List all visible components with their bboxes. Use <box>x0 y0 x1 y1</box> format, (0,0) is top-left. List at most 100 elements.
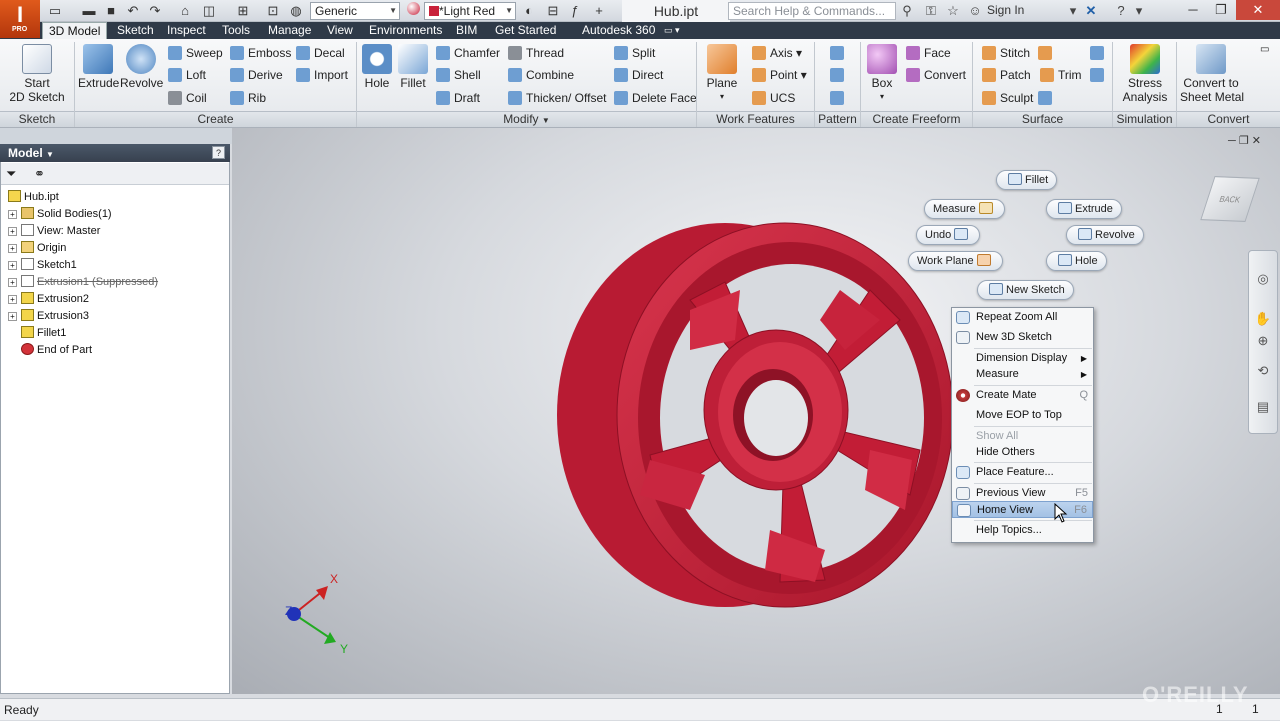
tab-bim[interactable]: BIM <box>456 22 477 39</box>
point-button[interactable]: Point ▾ <box>752 67 807 83</box>
marking-hole-button[interactable]: Hole <box>1046 251 1107 271</box>
marking-revolve-button[interactable]: Revolve <box>1066 225 1144 245</box>
start-2d-sketch-button[interactable]: Start 2D Sketch <box>8 44 66 104</box>
star-icon[interactable]: ☆ <box>944 2 962 20</box>
save-icon[interactable]: ■ <box>102 2 120 20</box>
thicken-offset-button[interactable]: Thicken/ Offset <box>508 90 606 106</box>
loft-button[interactable]: Loft <box>168 67 206 83</box>
convert-sheet-metal-button[interactable]: Convert to Sheet Metal <box>1180 44 1244 104</box>
appearance-combo[interactable]: *Light Red ▼ <box>424 2 516 20</box>
tab-3d-model[interactable]: 3D Model <box>42 22 108 39</box>
rib-button[interactable]: Rib <box>230 90 266 106</box>
tab-autodesk-360[interactable]: Autodesk 360 <box>582 22 655 39</box>
thread-button[interactable]: Thread <box>508 45 564 61</box>
redo-icon[interactable]: ↷ <box>146 2 164 20</box>
material-combo[interactable]: Generic ▼ <box>310 2 400 20</box>
clear-appearance-icon[interactable]: ◐ <box>520 2 538 20</box>
fillet-button[interactable]: Fillet <box>396 44 430 90</box>
minimize-button[interactable]: ─ <box>1178 0 1208 20</box>
delete-face-button[interactable]: Delete Face <box>614 90 697 106</box>
measure-qat-icon[interactable]: ⊡ <box>264 2 282 20</box>
tree-item-end-of-part[interactable]: End of Part <box>21 342 92 359</box>
zoom-icon[interactable]: ⊕ <box>1254 332 1272 350</box>
shell-button[interactable]: Shell <box>436 67 481 83</box>
menu-item-place-feature[interactable]: Place Feature... <box>952 464 1093 481</box>
chevron-down-icon[interactable]: ▾ <box>1064 2 1082 20</box>
hole-button[interactable]: Hole <box>360 44 394 90</box>
tab-get-started[interactable]: Get Started <box>495 22 556 39</box>
search-input[interactable]: Search Help & Commands... <box>728 2 896 20</box>
sweep-button[interactable]: Sweep <box>168 45 223 61</box>
adjust-icon[interactable]: ⊟ <box>544 2 562 20</box>
convert-freeform-button[interactable]: Convert <box>906 67 966 83</box>
tab-view[interactable]: View <box>327 22 353 39</box>
decal-button[interactable]: Decal <box>296 45 345 61</box>
pan-icon[interactable]: ✋ <box>1254 310 1272 328</box>
steering-wheel-icon[interactable]: ◎ <box>1254 270 1272 288</box>
expand-icon[interactable]: + <box>8 295 17 304</box>
chevron-down-icon[interactable]: ▾ <box>1130 2 1148 20</box>
draft-button[interactable]: Draft <box>436 90 480 106</box>
derive-button[interactable]: Derive <box>230 67 283 83</box>
select-icon[interactable]: ⊞ <box>234 2 252 20</box>
plus-icon[interactable]: + <box>590 2 608 20</box>
viewport-window-controls[interactable]: ─ ❐ ✕ <box>1228 134 1261 147</box>
marking-extrude-button[interactable]: Extrude <box>1046 199 1122 219</box>
expand-icon[interactable]: + <box>8 261 17 270</box>
surface-tool-a-button[interactable] <box>1090 45 1108 61</box>
marking-undo-button[interactable]: Undo <box>916 225 981 245</box>
expand-icon[interactable]: + <box>8 244 17 253</box>
revolve-button[interactable]: Revolve <box>120 44 163 90</box>
circular-pattern-button[interactable] <box>830 67 848 83</box>
menu-item-hide-others[interactable]: Hide Others <box>952 444 1093 461</box>
box-button[interactable]: Box ▾ <box>864 44 900 104</box>
stress-analysis-button[interactable]: Stress Analysis <box>1118 44 1172 104</box>
binoculars-icon[interactable]: ⚲ <box>898 2 916 20</box>
menu-item-dimension-display[interactable]: Dimension Display ▶ <box>952 350 1093 367</box>
close-button[interactable]: ✕ <box>1236 0 1280 20</box>
tree-item-sketch1[interactable]: + Sketch1 <box>8 257 77 274</box>
tree-item-extrusion2[interactable]: + Extrusion2 <box>8 291 89 308</box>
marking-fillet-button[interactable]: Fillet <box>996 170 1058 190</box>
tree-item-fillet1[interactable]: Fillet1 <box>21 325 66 342</box>
tree-item-origin[interactable]: + Origin <box>8 240 66 257</box>
expand-icon[interactable]: + <box>8 210 17 219</box>
open-icon[interactable]: ▬ <box>80 2 98 20</box>
expand-icon[interactable]: + <box>8 312 17 321</box>
menu-item-measure[interactable]: Measure ▶ <box>952 366 1093 383</box>
help-icon[interactable]: ? <box>1112 2 1130 20</box>
exchange-icon[interactable]: ✕ <box>1082 2 1100 20</box>
rectangular-pattern-button[interactable] <box>830 45 848 61</box>
stitch-button[interactable]: Stitch <box>982 45 1030 61</box>
menu-item-move-eop-to-top[interactable]: Move EOP to Top <box>952 407 1093 424</box>
surface-tool-b-button[interactable] <box>1090 67 1108 83</box>
marking-work-plane-button[interactable]: Work Plane <box>908 251 1003 271</box>
tab-options-icon[interactable]: ▭ ▾ <box>664 22 680 39</box>
sign-in-button[interactable]: Sign In <box>987 3 1024 17</box>
trim-button[interactable]: Trim <box>1040 67 1082 83</box>
fx-icon[interactable]: ƒ <box>566 2 584 20</box>
direct-button[interactable]: Direct <box>614 67 663 83</box>
maximize-button[interactable]: ❐ <box>1206 0 1236 20</box>
home-icon[interactable]: ⌂ <box>176 2 194 20</box>
new-icon[interactable]: ▭ <box>46 2 64 20</box>
menu-item-new-3d-sketch[interactable]: New 3D Sketch <box>952 329 1093 346</box>
look-at-icon[interactable]: ▤ <box>1254 398 1272 416</box>
browser-header[interactable]: Model ▼ <box>0 144 230 162</box>
tab-inspect[interactable]: Inspect <box>167 22 206 39</box>
combine-button[interactable]: Combine <box>508 67 574 83</box>
tree-item-extrusion1[interactable]: + Extrusion1 (Suppressed) <box>8 274 158 291</box>
marking-measure-button[interactable]: Measure <box>924 199 1005 219</box>
mirror-button[interactable] <box>830 90 848 106</box>
update-icon[interactable]: ◫ <box>200 2 218 20</box>
menu-item-home-view[interactable]: Home View F6 <box>952 501 1093 518</box>
filter-icon[interactable]: ⏷ <box>6 166 16 182</box>
menu-item-help-topics[interactable]: Help Topics... <box>952 522 1093 539</box>
color-icon[interactable]: ◍ <box>287 2 305 20</box>
tab-sketch[interactable]: Sketch <box>117 22 154 39</box>
tree-item-view-master[interactable]: + View: Master <box>8 223 100 240</box>
binoculars-icon[interactable]: ⚭ <box>34 166 45 182</box>
marking-new-sketch-button[interactable]: New Sketch <box>977 280 1074 300</box>
hub-part-model[interactable] <box>540 210 970 610</box>
panel-modify[interactable]: Modify ▼ <box>357 111 696 127</box>
